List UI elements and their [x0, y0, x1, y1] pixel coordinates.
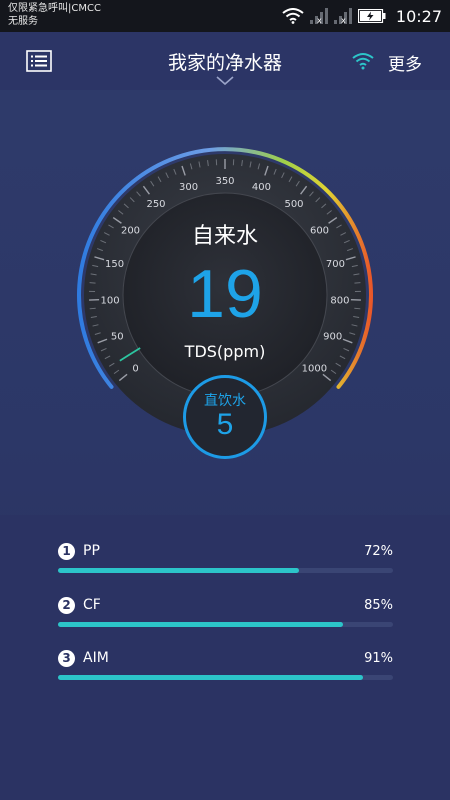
gauge-scale-label: 50	[111, 331, 124, 342]
gauge-scale-label: 900	[323, 331, 342, 342]
filter-progress-fill	[58, 675, 363, 680]
direct-water-value: 5	[216, 408, 234, 441]
filter-item-cf[interactable]: 2 CF 85%	[58, 597, 393, 637]
filter-percent: 91%	[364, 651, 393, 666]
filter-item-aim[interactable]: 3 AIM 91%	[58, 650, 393, 690]
gauge-scale-label: 300	[179, 182, 198, 193]
filter-progress-track	[58, 622, 393, 627]
status-bar: 仅限紧急呼叫|CMCC 无服务 x x 10:27	[0, 0, 450, 32]
gauge-scale-label: 500	[284, 199, 303, 210]
signal-icon: x	[309, 8, 328, 24]
filter-name: AIM	[83, 650, 109, 666]
svg-text:x: x	[341, 16, 346, 24]
carrier-line-1: 仅限紧急呼叫|CMCC	[8, 3, 101, 14]
direct-water-indicator[interactable]: 直饮水 5	[183, 375, 267, 459]
gauge-scale-label: 350	[215, 176, 234, 187]
tds-unit-label: TDS(ppm)	[184, 342, 266, 361]
list-menu-icon[interactable]	[26, 50, 52, 72]
filter-progress-track	[58, 675, 393, 680]
filter-list: 1 PP 72% 2 CF 85% 3 AIM 91%	[0, 515, 450, 800]
tds-value: 19	[187, 256, 263, 332]
filter-progress-track	[58, 568, 393, 573]
gauge-scale-label: 400	[252, 182, 271, 193]
filter-name: CF	[83, 597, 101, 613]
water-source-label: 自来水	[191, 224, 258, 249]
gauge-scale-label: 0	[132, 363, 138, 374]
svg-text:x: x	[317, 16, 322, 24]
wifi-icon	[352, 53, 374, 70]
carrier-line-2: 无服务	[8, 16, 38, 27]
app-header: 我家的净水器 更多	[0, 32, 450, 90]
carrier-info: 仅限紧急呼叫|CMCC 无服务	[8, 2, 101, 28]
chevron-down-icon[interactable]	[216, 76, 234, 86]
filter-progress-fill	[58, 568, 300, 573]
signal-icon: x	[333, 8, 352, 24]
wifi-icon	[282, 8, 304, 24]
clock: 10:27	[395, 6, 442, 26]
filter-progress-fill	[58, 622, 343, 627]
filter-percent: 85%	[364, 598, 393, 613]
filter-percent: 72%	[364, 544, 393, 559]
gauge-scale-label: 250	[146, 199, 165, 210]
direct-water-label: 直饮水	[204, 393, 246, 409]
more-button[interactable]: 更多	[388, 50, 422, 75]
tds-gauge: 0 50 100 150 200 250 300 350 400 500 600 700 800 900 1…	[0, 90, 450, 515]
battery-charging-icon	[357, 9, 386, 23]
status-icons: x x 10:27	[282, 4, 442, 28]
filter-number-badge: 1	[58, 543, 75, 560]
filter-number-badge: 3	[58, 650, 75, 667]
gauge-scale-label: 1000	[302, 363, 327, 374]
page-title[interactable]: 我家的净水器	[0, 48, 450, 75]
filter-number-badge: 2	[58, 597, 75, 614]
filter-name: PP	[83, 543, 100, 559]
filter-item-pp[interactable]: 1 PP 72%	[58, 543, 393, 583]
